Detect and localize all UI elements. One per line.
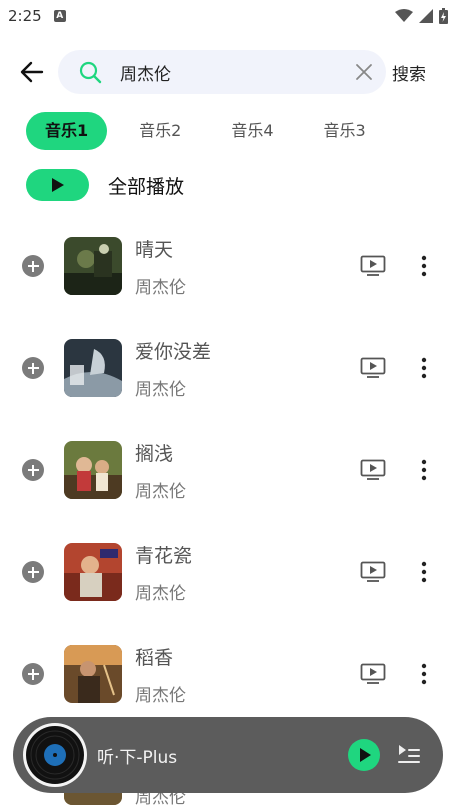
- song-row[interactable]: 爱你没差 周杰伦: [0, 337, 456, 421]
- tab-music-3[interactable]: 音乐3: [306, 112, 384, 150]
- play-all-pill[interactable]: [26, 169, 89, 201]
- add-to-playlist-button[interactable]: [22, 459, 44, 481]
- play-all-label: 全部播放: [108, 175, 185, 198]
- add-to-playlist-button[interactable]: [22, 663, 44, 685]
- song-artist: 周杰伦: [135, 686, 186, 706]
- song-title: 搁浅: [135, 443, 174, 465]
- mv-icon[interactable]: [360, 255, 386, 277]
- album-cover-image: [64, 441, 122, 499]
- top-bar: 搜索: [0, 48, 456, 96]
- song-row[interactable]: 搁浅 周杰伦: [0, 439, 456, 523]
- vinyl-disc-icon[interactable]: [22, 722, 88, 788]
- mv-icon[interactable]: [360, 561, 386, 583]
- mv-icon[interactable]: [360, 459, 386, 481]
- song-artist: 周杰伦: [135, 380, 186, 400]
- player-play-button[interactable]: [348, 739, 380, 771]
- song-artist: 周杰伦: [135, 278, 186, 298]
- notification-icon: A: [53, 10, 66, 22]
- play-all-button[interactable]: 全部播放: [26, 169, 184, 201]
- song-row[interactable]: 青花瓷 周杰伦: [0, 541, 456, 625]
- status-bar: 2:25 A: [0, 0, 456, 32]
- play-icon: [360, 748, 371, 762]
- signal-icon: [419, 9, 433, 23]
- play-icon: [51, 178, 64, 192]
- mini-player[interactable]: 听·下-Plus: [13, 717, 443, 793]
- search-icon: [79, 61, 102, 84]
- search-box[interactable]: [58, 50, 386, 94]
- add-to-playlist-button[interactable]: [22, 561, 44, 583]
- close-icon[interactable]: [354, 62, 374, 82]
- album-cover-image: [64, 339, 122, 397]
- now-playing-title: 听·下-Plus: [97, 748, 178, 768]
- add-to-playlist-button[interactable]: [22, 255, 44, 277]
- more-vert-icon[interactable]: [414, 457, 434, 483]
- tab-music-4[interactable]: 音乐4: [213, 112, 291, 150]
- more-vert-icon[interactable]: [414, 661, 434, 687]
- song-artist: 周杰伦: [135, 482, 186, 502]
- mv-icon[interactable]: [360, 663, 386, 685]
- status-time: 2:25: [8, 7, 42, 25]
- source-tabs: 音乐1 音乐2 音乐4 音乐3: [26, 112, 398, 150]
- add-to-playlist-button[interactable]: [22, 357, 44, 379]
- arrow-left-icon: [20, 61, 44, 83]
- album-cover-image: [64, 543, 122, 601]
- song-title: 青花瓷: [135, 545, 193, 567]
- search-input[interactable]: [120, 50, 340, 94]
- album-cover-image: [64, 237, 122, 295]
- playlist-queue-icon[interactable]: [397, 743, 421, 765]
- tab-music-1[interactable]: 音乐1: [26, 112, 108, 150]
- wifi-icon: [395, 9, 413, 22]
- back-button[interactable]: [16, 58, 48, 86]
- song-title: 晴天: [135, 239, 174, 261]
- more-vert-icon[interactable]: [414, 559, 434, 585]
- more-vert-icon[interactable]: [414, 355, 434, 381]
- status-icons: [395, 8, 448, 24]
- more-vert-icon[interactable]: [414, 253, 434, 279]
- song-artist: 周杰伦: [135, 584, 186, 604]
- tab-music-2[interactable]: 音乐2: [121, 112, 199, 150]
- song-row[interactable]: 稻香 周杰伦: [0, 643, 456, 727]
- song-row[interactable]: 晴天 周杰伦: [0, 235, 456, 319]
- mv-icon[interactable]: [360, 357, 386, 379]
- song-title: 稻香: [135, 647, 174, 669]
- search-button[interactable]: 搜索: [392, 60, 426, 85]
- battery-icon: [439, 8, 448, 24]
- song-title: 爱你没差: [135, 341, 212, 363]
- album-cover-image: [64, 645, 122, 703]
